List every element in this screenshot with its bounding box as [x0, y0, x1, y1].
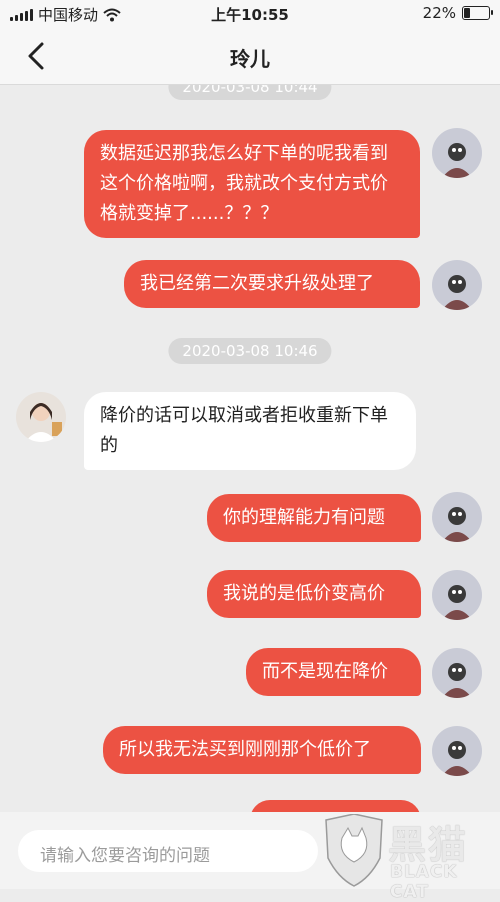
user-avatar: [432, 570, 482, 620]
chat-title: 玲儿: [230, 47, 270, 71]
cat-shield-icon: [325, 814, 383, 887]
message-bubble-in[interactable]: 降价的话可以取消或者拒收重新下单的: [84, 392, 416, 470]
timestamp: 2020-03-08 10:46: [168, 338, 332, 364]
user-avatar: [432, 648, 482, 698]
battery-percent: 22%: [422, 4, 456, 22]
user-avatar: [432, 726, 482, 776]
message-bubble-out[interactable]: 所以我无法买到刚刚那个低价了: [103, 726, 421, 774]
chat-header: 玲儿: [0, 28, 500, 85]
status-bar: 中国移动 上午10:55 22%: [0, 0, 500, 28]
message-bubble-out[interactable]: 我说的是低价变高价: [207, 570, 421, 618]
battery-icon: [462, 6, 493, 20]
message-bubble-out[interactable]: 我已经第二次要求升级处理了: [124, 260, 420, 308]
message-bubble-out[interactable]: 而不是现在降价: [246, 648, 421, 696]
user-avatar: [432, 128, 482, 178]
status-right: 22%: [422, 4, 493, 22]
message-bubble-out[interactable]: 数据延迟那我怎么好下单的呢我看到这个价格啦啊，我就改个支付方式价格就变掉了...…: [84, 130, 420, 238]
user-avatar: [432, 492, 482, 542]
agent-avatar: [16, 392, 66, 442]
watermark: 黑猫 BLACK CAT: [318, 812, 500, 902]
watermark-subtitle: BLACK CAT: [390, 862, 458, 902]
watermark-logo-text: 黑猫: [388, 823, 469, 867]
message-bubble-out[interactable]: 你的理解能力有问题: [207, 494, 421, 542]
input-placeholder: 请输入您要咨询的问题: [40, 846, 210, 866]
user-avatar: [432, 260, 482, 310]
message-input[interactable]: 请输入您要咨询的问题: [18, 830, 318, 872]
